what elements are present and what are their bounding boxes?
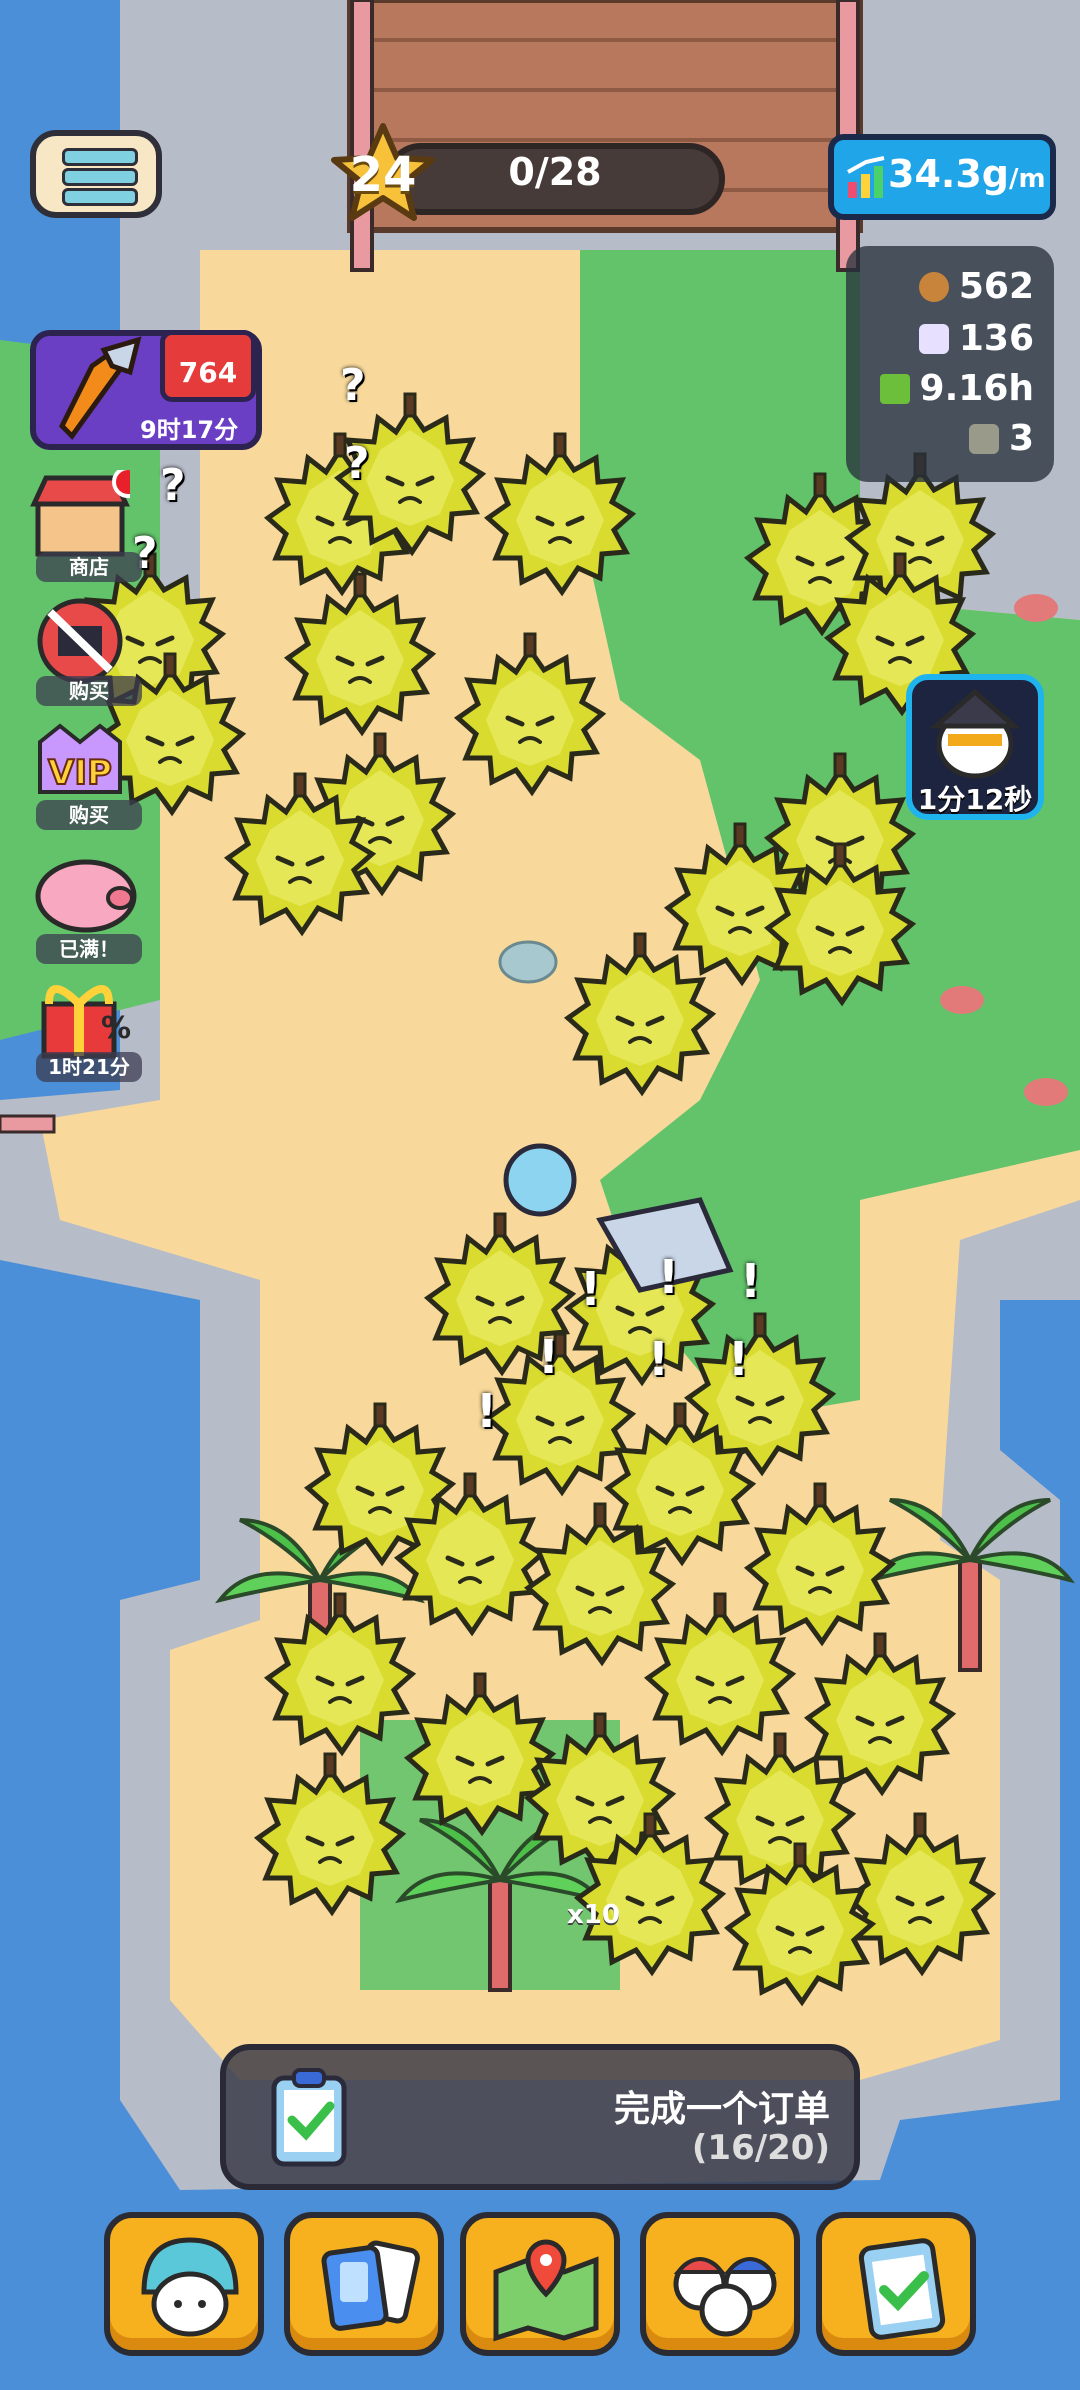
question-mark-icon: ?: [160, 460, 186, 511]
bonus-timer: 1分12秒: [917, 783, 1033, 816]
resource-gem: 136: [918, 318, 1034, 359]
vip-text: VIP: [48, 753, 112, 793]
exclamation-icon: !: [476, 1384, 497, 1438]
nav-cards-button[interactable]: [284, 2212, 444, 2356]
piggy-bank-icon: [35, 859, 137, 933]
exclamation-icon: !: [580, 1262, 601, 1316]
nav-character-button[interactable]: [104, 2212, 264, 2356]
vip-label: 购买: [36, 800, 142, 830]
team-icon: [673, 2257, 777, 2337]
exclamation-icon: !: [658, 1250, 679, 1304]
resource-cookie: 562: [918, 266, 1034, 307]
drill-icon: [58, 336, 142, 440]
quest-title: 完成一个订单: [613, 2089, 830, 2130]
multiplier-label: x10: [567, 1900, 620, 1930]
drill-timer: 9时17分: [140, 416, 239, 444]
gift-sale-timer: 1时21分: [36, 1052, 142, 1082]
no-ads-label: 购买: [36, 676, 142, 706]
shop-label: 商店: [36, 552, 142, 582]
gem-icon: [918, 323, 949, 354]
level-number: 24: [349, 147, 417, 203]
clipboard-check-icon: [271, 2068, 347, 2167]
piggy-bank-label: 已满！: [36, 934, 142, 964]
cash-icon: [879, 373, 910, 404]
shop-icon: [30, 466, 144, 557]
question-mark-icon: ?: [340, 360, 366, 411]
character-portrait-icon: [929, 688, 1021, 779]
character-icon: [141, 2237, 239, 2337]
exclamation-icon: !: [740, 1254, 761, 1308]
nav-tasks-button[interactable]: [816, 2212, 976, 2356]
production-rate: 34.3g/m: [888, 152, 1046, 196]
map-icon: [493, 2239, 599, 2342]
trophy-badge: 764: [160, 330, 256, 402]
nav-team-button[interactable]: [640, 2212, 800, 2356]
quest-progress: (16/20): [691, 2128, 830, 2168]
exclamation-icon: !: [728, 1332, 749, 1386]
vip-icon: VIP: [38, 723, 122, 794]
menu-button[interactable]: [30, 130, 162, 218]
exclamation-icon: !: [538, 1330, 559, 1384]
question-mark-icon: ?: [344, 438, 370, 489]
resource-cash: 9.16h: [879, 368, 1034, 409]
gift-icon: %: [41, 985, 131, 1059]
resources-panel: 562 136 9.16h 3: [846, 246, 1054, 482]
nav-map-button[interactable]: [460, 2212, 620, 2356]
no-ads-icon: [37, 598, 123, 684]
resource-ore: 3: [968, 418, 1034, 459]
sale-percent-text: %: [101, 1011, 131, 1046]
cookie-icon: [918, 271, 949, 302]
tasks-icon: [858, 2238, 946, 2340]
ore-icon: [968, 423, 999, 454]
cards-icon: [321, 2240, 420, 2331]
exclamation-icon: !: [648, 1332, 669, 1386]
growth-chart-icon: [847, 156, 885, 198]
